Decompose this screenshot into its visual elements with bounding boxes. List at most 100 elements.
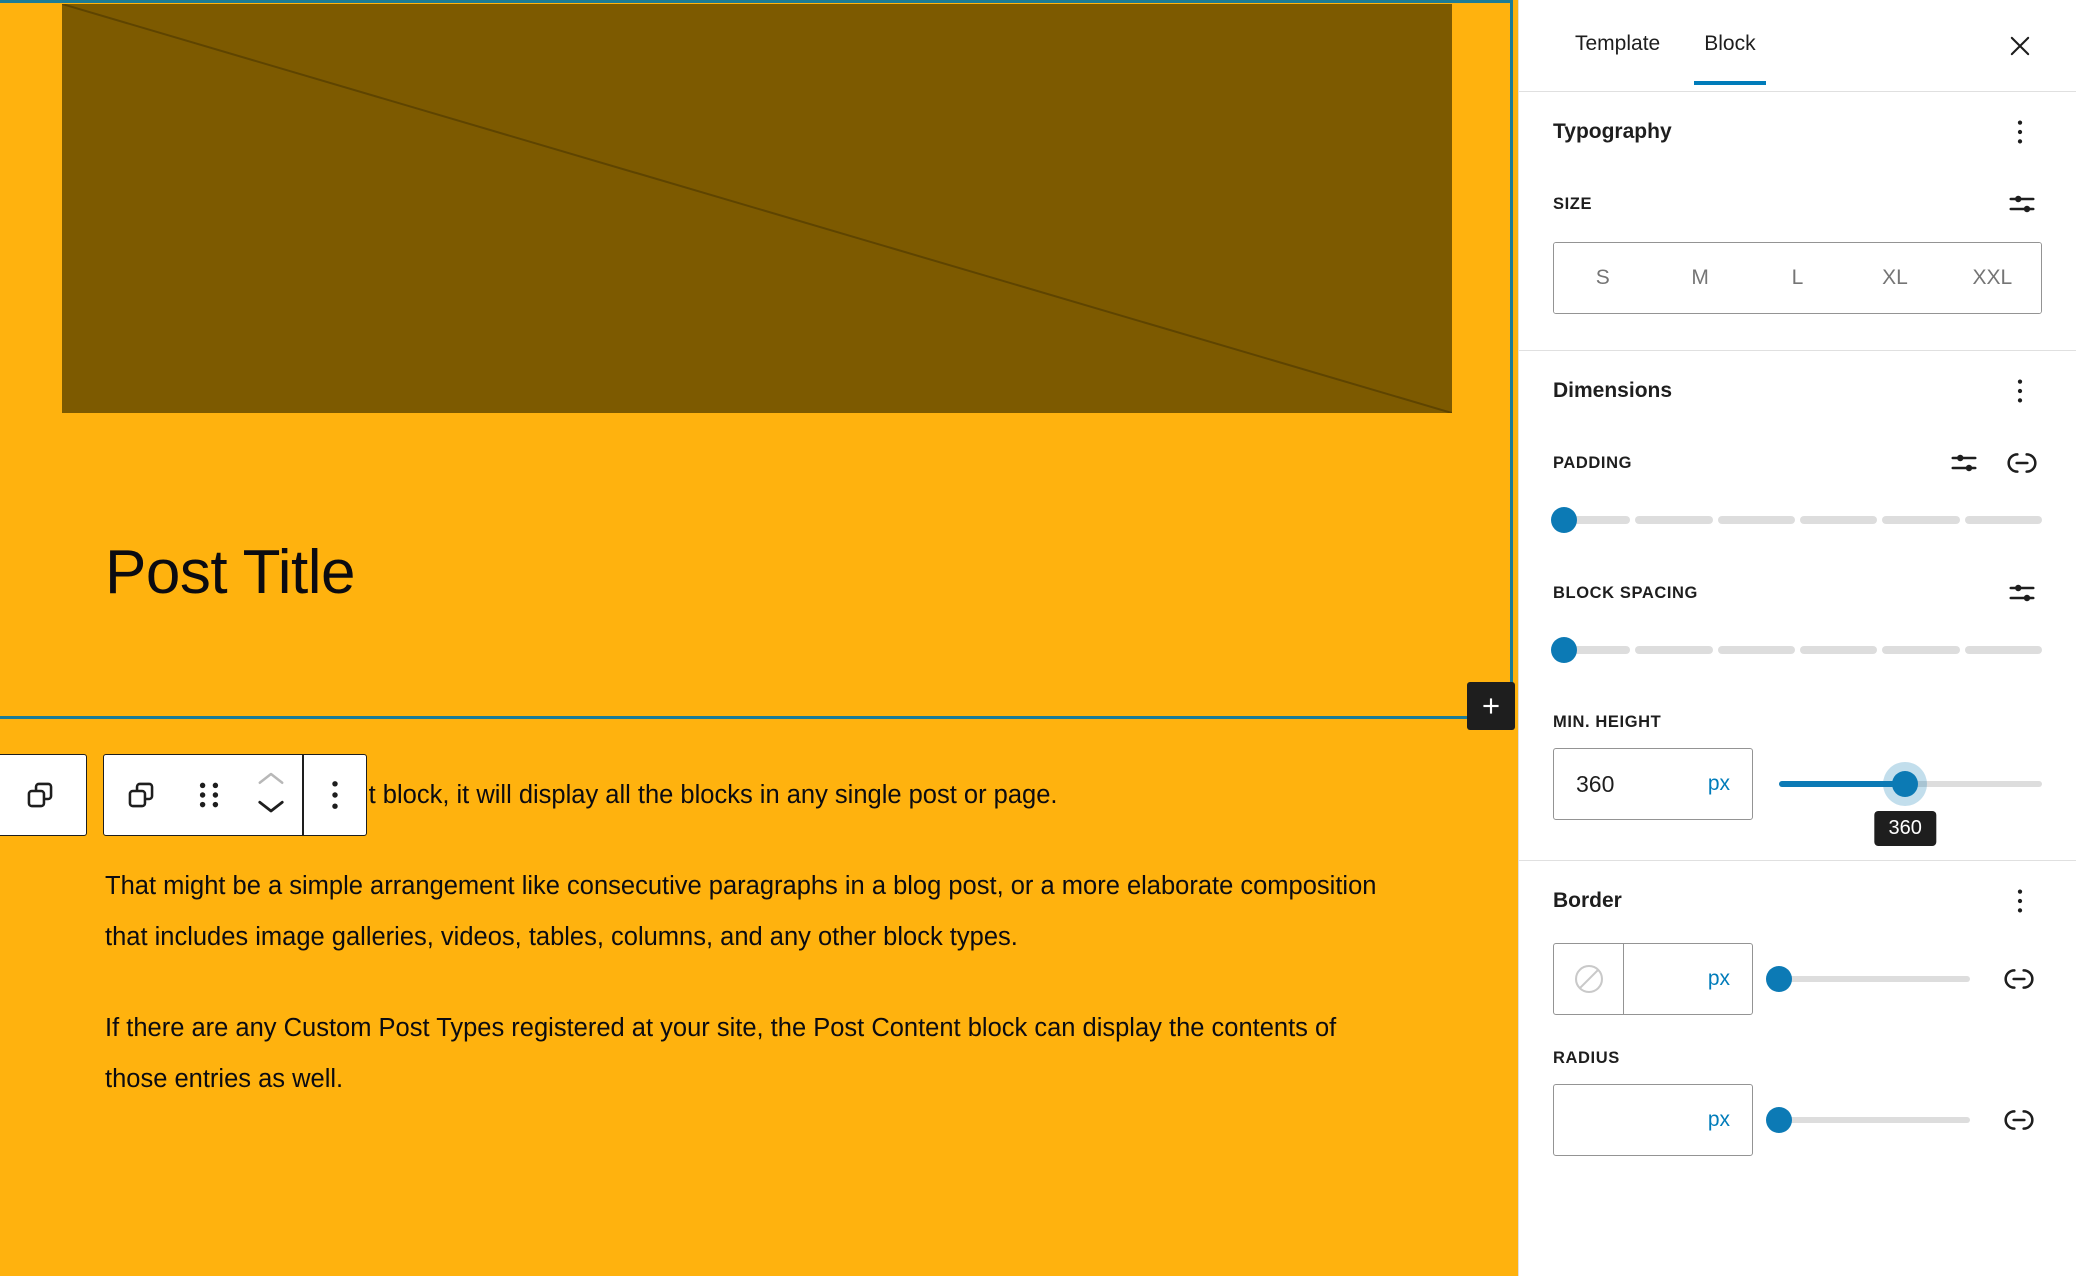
padding-slider-thumb[interactable] [1551, 507, 1577, 533]
padding-label: Padding [1553, 453, 1633, 472]
border-width-control-row: px [1553, 943, 2042, 1015]
block-spacing-label: Block spacing [1553, 583, 1698, 602]
chevron-up-icon [258, 772, 284, 784]
sliders-icon [2009, 195, 2035, 213]
slider-segment [1964, 516, 2042, 524]
font-size-option-xxl[interactable]: XXL [1943, 243, 2041, 313]
min-height-slider-thumb[interactable] [1892, 771, 1919, 797]
font-size-toggle-group[interactable]: S M L XL XXL [1553, 242, 2042, 314]
move-up-button[interactable] [256, 769, 286, 794]
no-color-icon [1574, 964, 1603, 994]
settings-sidebar: Template Block Typography Size [1518, 0, 2076, 1276]
featured-image-placeholder[interactable] [62, 4, 1452, 413]
slider-segment [1882, 646, 1960, 654]
chevron-down-icon [258, 800, 284, 813]
min-height-control-row: 360 px 360 [1553, 748, 2042, 846]
font-size-option-l[interactable]: L [1748, 243, 1847, 313]
block-spacing-label-row: Block spacing [1553, 573, 2042, 613]
font-size-option-xl[interactable]: XL [1846, 243, 1944, 313]
border-options-button[interactable] [1998, 879, 2042, 923]
border-width-slider-thumb[interactable] [1766, 966, 1792, 992]
slider-segment [1717, 646, 1795, 654]
link-icon [2004, 1110, 2034, 1130]
slider-track [1779, 976, 1970, 982]
border-color-swatch-button[interactable] [1554, 944, 1624, 1014]
slider-segment [1882, 516, 1960, 524]
placeholder-diagonal-icon [62, 4, 1452, 413]
plus-icon [1483, 698, 1499, 714]
sidebar-tabs: Template Block [1519, 0, 2076, 92]
min-height-slider[interactable]: 360 [1779, 769, 2042, 846]
size-label: Size [1553, 194, 1593, 213]
padding-link-sides-button[interactable] [2002, 443, 2042, 483]
slider-segment [1964, 646, 2042, 654]
radius-unit[interactable]: px [1708, 1108, 1752, 1132]
size-label-row: Size [1553, 184, 2042, 224]
select-parent-block-button[interactable] [9, 754, 71, 836]
min-height-input[interactable]: 360 px [1553, 748, 1753, 820]
typography-options-button[interactable] [1998, 110, 2042, 154]
radius-input[interactable]: px [1553, 1084, 1753, 1156]
block-toolbar[interactable] [0, 754, 367, 836]
radius-slider-thumb[interactable] [1766, 1107, 1792, 1133]
border-link-sides-button[interactable] [1996, 956, 2042, 1002]
kebab-menu-icon [2017, 379, 2023, 403]
min-height-label: Min. Height [1553, 713, 1662, 731]
typography-panel: Typography Size [1519, 92, 2076, 350]
block-controls-group[interactable] [103, 754, 367, 836]
parent-block-button-group[interactable] [0, 754, 87, 836]
font-size-option-m[interactable]: M [1651, 243, 1749, 313]
slider-segment [1635, 516, 1713, 524]
link-icon [2004, 969, 2034, 989]
dimensions-panel: Dimensions Padding [1519, 351, 2076, 860]
block-movers[interactable] [240, 754, 302, 836]
slider-segment [1717, 516, 1795, 524]
drag-dots-icon [199, 782, 219, 808]
padding-slider[interactable] [1551, 505, 2042, 535]
block-appender-button[interactable] [1467, 682, 1515, 730]
block-spacing-slider[interactable] [1551, 635, 2042, 665]
block-options-button[interactable] [304, 754, 366, 836]
dimensions-options-button[interactable] [1998, 369, 2042, 413]
paragraph[interactable]: If there are any Custom Post Types regis… [105, 1003, 1405, 1105]
size-custom-toggle-button[interactable] [2002, 184, 2042, 224]
min-height-tooltip: 360 [1874, 811, 1936, 846]
border-width-input[interactable]: px [1553, 943, 1753, 1015]
min-height-unit[interactable]: px [1708, 772, 1752, 796]
typography-panel-header: Typography [1553, 92, 2042, 164]
block-spacing-custom-toggle-button[interactable] [2002, 573, 2042, 613]
radius-slider[interactable] [1766, 1105, 1970, 1135]
block-stack-icon [27, 782, 52, 808]
close-sidebar-button[interactable] [1994, 20, 2046, 72]
min-height-label-row: Min. Height [1553, 713, 2042, 732]
kebab-menu-icon [2017, 889, 2023, 913]
editor-canvas[interactable]: Post Title This is the Post Content bloc… [0, 0, 1518, 1276]
slider-track [1779, 1117, 1970, 1123]
radius-control-row: px [1553, 1084, 2042, 1156]
min-height-value[interactable]: 360 [1554, 771, 1708, 798]
editor-screen: Post Title This is the Post Content bloc… [0, 0, 2076, 1276]
tab-template[interactable]: Template [1553, 0, 1682, 84]
border-width-unit[interactable]: px [1708, 967, 1752, 991]
typography-title: Typography [1553, 120, 1672, 143]
border-width-slider[interactable] [1766, 964, 1970, 994]
paragraph[interactable]: That might be a simple arrangement like … [105, 861, 1405, 963]
border-panel: Border px RADIUS px [1519, 861, 2076, 1156]
dimensions-panel-header: Dimensions [1553, 351, 2042, 423]
link-icon [2007, 453, 2037, 473]
font-size-option-s[interactable]: S [1554, 243, 1652, 313]
drag-handle-button[interactable] [178, 754, 240, 836]
slider-segment [1799, 646, 1878, 654]
block-stack-icon [128, 782, 154, 808]
radius-link-corners-button[interactable] [1996, 1097, 2042, 1143]
post-title[interactable]: Post Title [105, 540, 356, 605]
kebab-menu-icon [2017, 120, 2023, 144]
block-type-button[interactable] [104, 754, 178, 836]
padding-custom-toggle-button[interactable] [1944, 443, 1984, 483]
move-down-button[interactable] [256, 796, 286, 821]
dimensions-title: Dimensions [1553, 379, 1673, 402]
padding-label-row: Padding [1553, 443, 2042, 483]
tab-block[interactable]: Block [1682, 0, 1777, 85]
close-icon [2010, 36, 2030, 56]
block-spacing-slider-thumb[interactable] [1551, 637, 1577, 663]
